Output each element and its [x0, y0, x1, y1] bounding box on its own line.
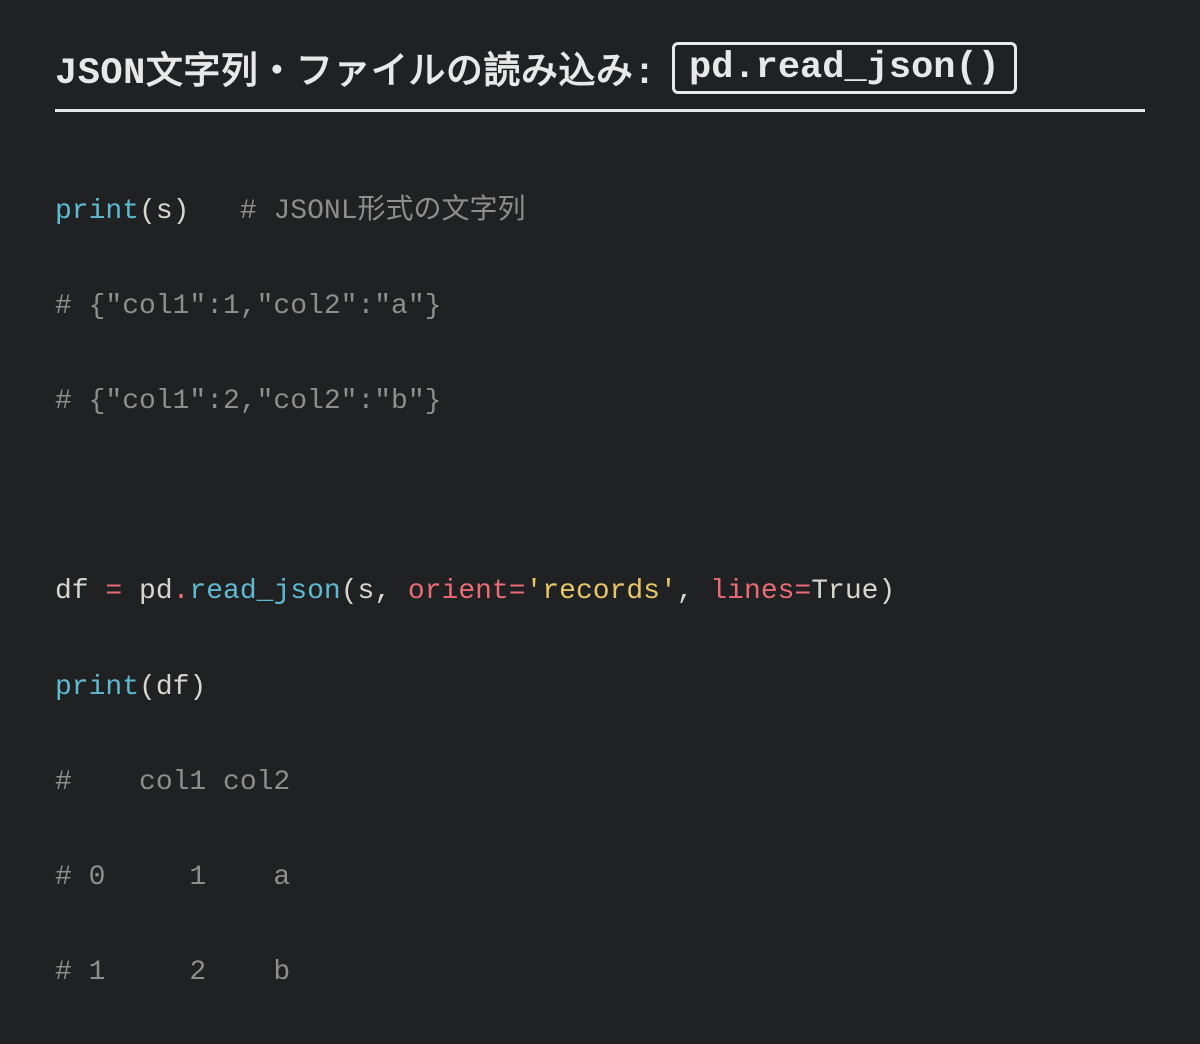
- str-records: 'records': [526, 576, 677, 607]
- code-line-1: print(s) # JSONL形式の文字列: [55, 188, 1145, 236]
- const-true: True: [811, 576, 878, 607]
- paren-open: (: [139, 196, 156, 227]
- func-print: print: [55, 196, 139, 227]
- spacer: [189, 196, 239, 227]
- code-line-7: # col1 col2: [55, 759, 1145, 807]
- comment-json2: # {"col1":2,"col2":"b"}: [55, 386, 441, 417]
- paren-close: ): [189, 672, 206, 703]
- comment-header: # col1 col2: [55, 767, 290, 798]
- code-line-8: # 0 1 a: [55, 854, 1145, 902]
- func-print: print: [55, 672, 139, 703]
- comma: ,: [677, 576, 711, 607]
- kwarg-lines: lines: [710, 576, 794, 607]
- obj-pd: pd: [139, 576, 173, 607]
- paren-close: ): [878, 576, 895, 607]
- code-line-4: [55, 473, 1145, 521]
- title-row: JSON文字列・ファイルの読み込み: pd.read_json(): [55, 40, 1145, 112]
- code-line-6: print(df): [55, 664, 1145, 712]
- paren-open: (: [341, 576, 358, 607]
- var-df: df: [55, 576, 89, 607]
- code-line-3: # {"col1":2,"col2":"b"}: [55, 378, 1145, 426]
- title-text: JSON文字列・ファイルの読み込み:: [55, 40, 656, 95]
- op-eq: =: [794, 576, 811, 607]
- comment-row0: # 0 1 a: [55, 862, 290, 893]
- dot: .: [173, 576, 190, 607]
- code-line-2: # {"col1":1,"col2":"a"}: [55, 283, 1145, 331]
- arg-s: s: [358, 576, 375, 607]
- arg-s: s: [156, 196, 173, 227]
- comment-json1: # {"col1":1,"col2":"a"}: [55, 291, 441, 322]
- op-assign: =: [89, 576, 139, 607]
- arg-df: df: [156, 672, 190, 703]
- op-eq: =: [509, 576, 526, 607]
- paren-close: ): [173, 196, 190, 227]
- code-line-5: df = pd.read_json(s, orient='records', l…: [55, 568, 1145, 616]
- method-read-json: read_json: [189, 576, 340, 607]
- code-line-9: # 1 2 b: [55, 949, 1145, 997]
- comment-row1: # 1 2 b: [55, 957, 290, 988]
- comment-jsonl: # JSONL形式の文字列: [240, 196, 526, 227]
- code-block: print(s) # JSONL形式の文字列 # {"col1":1,"col2…: [55, 140, 1145, 1044]
- kwarg-orient: orient: [408, 576, 509, 607]
- title-code: pd.read_json(): [672, 42, 1017, 94]
- paren-open: (: [139, 672, 156, 703]
- comma: ,: [374, 576, 408, 607]
